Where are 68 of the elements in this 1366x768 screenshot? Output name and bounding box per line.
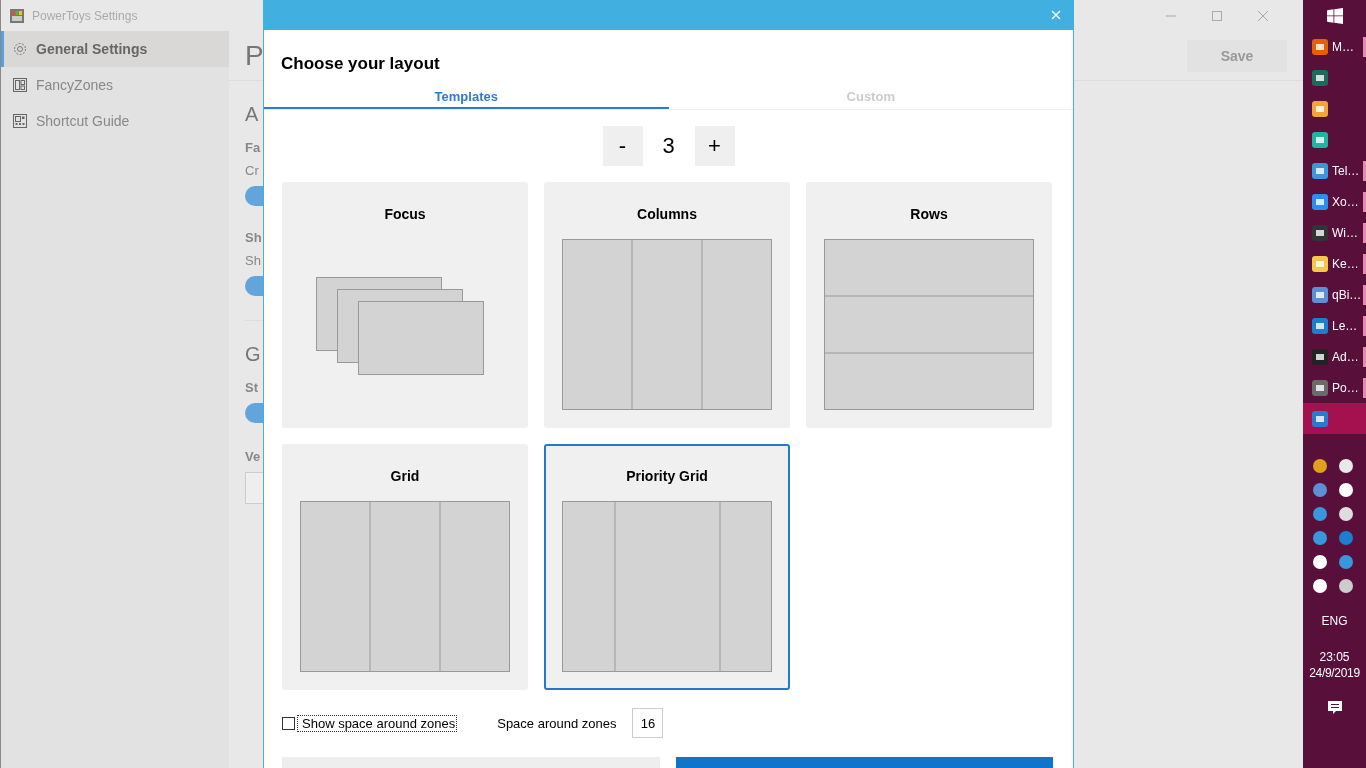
- taskbar-item[interactable]: Xo…: [1303, 186, 1366, 217]
- app-icon: [1312, 410, 1328, 427]
- app-icon: [1312, 348, 1328, 365]
- app-icon: [1312, 162, 1328, 179]
- decrement-button[interactable]: -: [602, 126, 643, 166]
- space-label: Space around zones: [497, 715, 617, 731]
- taskbar-item[interactable]: Ad…: [1303, 341, 1366, 372]
- app-icon: [1312, 193, 1328, 210]
- layout-icon: [12, 77, 28, 93]
- app-icon: [1312, 100, 1328, 117]
- taskbar-item[interactable]: [1303, 403, 1366, 434]
- section-heading: A: [245, 103, 260, 126]
- app-icon: [1312, 286, 1328, 303]
- taskbar-item[interactable]: Ke…: [1303, 248, 1366, 279]
- layout-name: Grid: [390, 468, 420, 486]
- tray-icon[interactable]: [1338, 506, 1354, 522]
- setting-description: Sh: [245, 253, 261, 268]
- checkbox[interactable]: [282, 716, 295, 730]
- app-icon: [1312, 38, 1328, 55]
- clock-time[interactable]: 23:05: [1303, 650, 1366, 664]
- layout-card[interactable]: Rows: [806, 182, 1052, 428]
- tray-icon[interactable]: [1312, 554, 1328, 570]
- setting-label: Fa: [245, 140, 261, 155]
- gear-icon: [12, 41, 28, 57]
- app-icon: [1312, 131, 1328, 148]
- dialog-title: Choose your layout: [280, 53, 441, 74]
- layout-card[interactable]: Columns: [544, 182, 790, 428]
- taskbar-item[interactable]: Po…: [1303, 372, 1366, 403]
- layout-name: Rows: [910, 206, 948, 224]
- keyboard-grid-icon: [12, 113, 28, 129]
- taskbar-item[interactable]: qBi…: [1303, 279, 1366, 310]
- layout-card[interactable]: Priority Grid: [544, 444, 790, 690]
- app-icon: [1312, 379, 1328, 396]
- app-logo-icon: [10, 8, 24, 23]
- notification-icon[interactable]: [1326, 700, 1343, 716]
- app-icon: [1312, 224, 1328, 241]
- layout-name: Columns: [637, 206, 697, 224]
- setting-label: Sh: [245, 230, 262, 245]
- tray-icon[interactable]: [1338, 458, 1354, 474]
- app-icon: [1312, 255, 1328, 272]
- space-input-field[interactable]: 16: [632, 708, 664, 738]
- app-icon: [1312, 317, 1328, 334]
- section-heading: G: [245, 343, 262, 366]
- tab[interactable]: Templates: [264, 89, 669, 109]
- sidebar-item[interactable]: General Settings: [1, 31, 229, 67]
- version-label: Ve: [245, 449, 261, 464]
- window-title: PowerToys Settings: [32, 8, 138, 23]
- start-icon[interactable]: [1326, 8, 1343, 24]
- language-indicator[interactable]: ENG: [1303, 614, 1366, 628]
- clock-date[interactable]: 24/9/2019: [1303, 666, 1366, 680]
- setting-label: St: [245, 380, 258, 395]
- tray-icon[interactable]: [1312, 458, 1328, 474]
- layout-name: Priority Grid: [626, 468, 708, 486]
- taskbar-item[interactable]: M…: [1303, 31, 1366, 62]
- zone-count: 3: [661, 133, 676, 159]
- taskbar-item[interactable]: Wi…: [1303, 217, 1366, 248]
- page-title: P: [245, 39, 264, 72]
- taskbar-item[interactable]: Le…: [1303, 310, 1366, 341]
- taskbar-item[interactable]: Tel…: [1303, 155, 1366, 186]
- layout-card[interactable]: Grid: [282, 444, 528, 690]
- layout-name: Focus: [384, 206, 426, 224]
- tray-icon[interactable]: [1338, 482, 1354, 498]
- layout-card[interactable]: Focus: [282, 182, 528, 428]
- increment-button[interactable]: +: [694, 126, 735, 166]
- tray-icon[interactable]: [1338, 578, 1354, 594]
- setting-description: Cr: [245, 163, 259, 178]
- tray-icon[interactable]: [1312, 578, 1328, 594]
- app-icon: [1312, 69, 1328, 86]
